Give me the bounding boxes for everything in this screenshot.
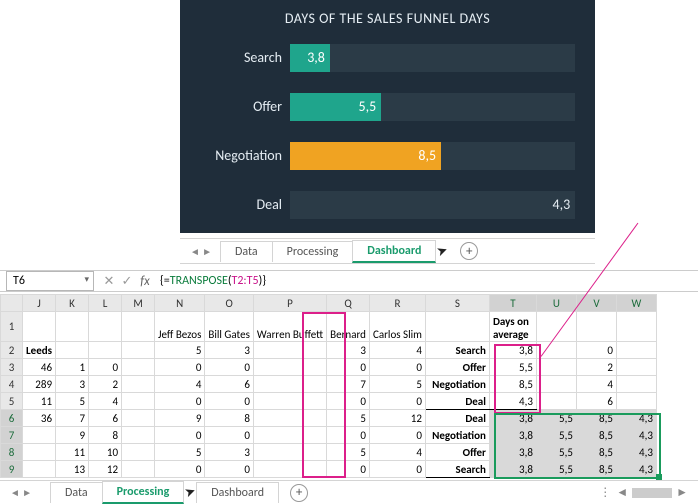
- chart-label: Negotiation: [180, 147, 290, 164]
- sheet-tabs-bottom: ◄ ► Data Processing ➤ Dashboard + ⋮ ◄ ►: [0, 480, 698, 504]
- chart-label: Search: [180, 49, 290, 66]
- col-O[interactable]: O: [205, 295, 254, 312]
- fx-icon[interactable]: fx: [136, 274, 154, 289]
- sheet-tabs-top: ◄ ► Data Processing Dashboard ➤ +: [180, 238, 595, 264]
- col-M[interactable]: M: [122, 295, 155, 312]
- formula-input[interactable]: {=TRANSPOSE(T2:T5)}: [154, 272, 698, 290]
- grid-row[interactable]: 9 1312 00 00 Search 3,8 5,5 8,5 4,3: [1, 461, 657, 478]
- chart-bar: [290, 191, 575, 219]
- chart-title: DAYS OF THE SALES FUNNEL DAYS: [180, 0, 595, 33]
- row-header[interactable]: 5: [1, 393, 23, 410]
- scroll-controls[interactable]: ⋮ ◄ ►: [599, 485, 688, 500]
- col-Q[interactable]: Q: [327, 295, 370, 312]
- chart-row-negotiation: Negotiation 8,5: [180, 135, 575, 176]
- chart-rows: Search 3,8 Offer 5,5 Negotiation 8,5 Dea…: [180, 33, 595, 243]
- chart-row-offer: Offer 5,5: [180, 86, 575, 127]
- chart-track: 3,8: [290, 44, 575, 72]
- row-header[interactable]: 9: [1, 461, 23, 478]
- chart-track: 5,5: [290, 93, 575, 121]
- col-L[interactable]: L: [89, 295, 122, 312]
- confirm-icon[interactable]: ✓: [118, 274, 136, 289]
- chart-label: Deal: [180, 196, 290, 213]
- chart-track: 8,5: [290, 142, 575, 170]
- tab-nav-arrows[interactable]: ◄ ►: [190, 245, 212, 258]
- col-J[interactable]: J: [23, 295, 56, 312]
- tab-dashboard[interactable]: Dashboard: [196, 482, 279, 503]
- chart-track: 4,3: [290, 191, 575, 219]
- cursor-icon: ➤: [435, 242, 450, 260]
- grid-row[interactable]: 1 Jeff Bezos Bill Gates Warren Buffett B…: [1, 312, 657, 342]
- col-W[interactable]: W: [616, 295, 656, 312]
- col-K[interactable]: K: [56, 295, 89, 312]
- chart-bar: 5,5: [290, 93, 381, 121]
- row-header[interactable]: 8: [1, 444, 23, 461]
- select-all[interactable]: [1, 295, 23, 312]
- col-N[interactable]: N: [155, 295, 205, 312]
- col-U[interactable]: U: [536, 295, 576, 312]
- col-S[interactable]: S: [425, 295, 489, 312]
- row-header[interactable]: 6: [1, 410, 23, 427]
- grid-row[interactable]: 7 98 00 00 Negotiation 3,8 5,5 8,5 4,3: [1, 427, 657, 444]
- spreadsheet-grid[interactable]: J K L M N O P Q R S T U V W 1 Jeff Bezos…: [0, 294, 698, 480]
- col-T[interactable]: T: [489, 295, 536, 312]
- col-V[interactable]: V: [576, 295, 616, 312]
- cancel-icon[interactable]: ✕: [100, 274, 118, 289]
- formula-bar: T6 ✕ ✓ fx {=TRANSPOSE(T2:T5)}: [0, 270, 698, 292]
- col-P[interactable]: P: [253, 295, 326, 312]
- grid-row[interactable]: 2 Leeds 53 34 Search 3,8 0: [1, 342, 657, 359]
- row-header[interactable]: 1: [1, 312, 23, 342]
- grid-row[interactable]: 5 1154 00 00 Deal 4,3 6: [1, 393, 657, 410]
- tab-processing[interactable]: Processing: [272, 241, 354, 262]
- grid-row[interactable]: 4 28932 46 75 Negotiation 8,5 4: [1, 376, 657, 393]
- grid-row[interactable]: 8 1110 53 54 Offer 3,8 5,5 8,5 4,3: [1, 444, 657, 461]
- row-header[interactable]: 2: [1, 342, 23, 359]
- grid-row[interactable]: 3 4610 00 00 Offer 5,5 2: [1, 359, 657, 376]
- tab-nav-arrows[interactable]: ◄ ►: [10, 486, 32, 499]
- row-header[interactable]: 4: [1, 376, 23, 393]
- funnel-days-chart: DAYS OF THE SALES FUNNEL DAYS Search 3,8…: [180, 0, 595, 233]
- tab-data[interactable]: Data: [50, 482, 103, 503]
- tab-processing[interactable]: Processing: [102, 481, 185, 504]
- grid-row-selected[interactable]: 6 3676 98 512 Deal 3,8 5,5 8,5 4,3: [1, 410, 657, 427]
- chart-row-search: Search 3,8: [180, 37, 575, 78]
- tab-add-button[interactable]: +: [460, 242, 478, 260]
- name-box[interactable]: T6: [6, 271, 94, 291]
- chart-label: Offer: [180, 98, 290, 115]
- tab-add-button[interactable]: +: [290, 484, 308, 502]
- col-R[interactable]: R: [369, 295, 425, 312]
- chart-bar: 3,8: [290, 44, 330, 72]
- tab-dashboard[interactable]: Dashboard: [352, 240, 436, 263]
- chart-value: 4,3: [547, 191, 571, 219]
- column-headers[interactable]: J K L M N O P Q R S T U V W: [1, 295, 657, 312]
- row-header[interactable]: 3: [1, 359, 23, 376]
- chart-row-deal: Deal 4,3: [180, 184, 575, 225]
- tab-data[interactable]: Data: [220, 241, 273, 262]
- row-header[interactable]: 7: [1, 427, 23, 444]
- chart-bar: 8,5: [290, 142, 441, 170]
